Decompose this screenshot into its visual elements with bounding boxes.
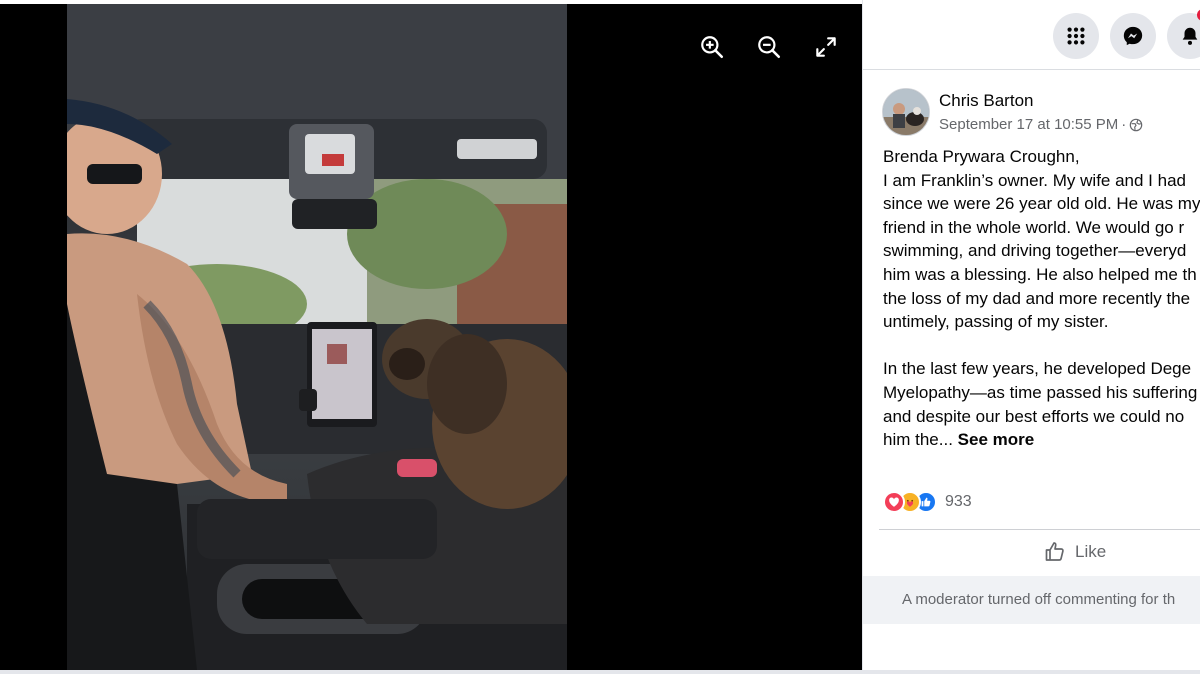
like-label: Like — [1075, 542, 1107, 561]
text-line: the loss of my dad and more recently the — [883, 288, 1191, 308]
last-text-line: him the... See more — [883, 428, 1200, 452]
mention-link[interactable]: Brenda Prywara Croughn — [883, 147, 1075, 166]
text-line: In the last few years, he developed Dege — [883, 359, 1192, 379]
mention-suffix: , — [1074, 147, 1080, 166]
divider — [879, 529, 1200, 530]
thumbs-up-icon — [1045, 542, 1064, 561]
text-line: him was a blessing. He also helped me th — [883, 264, 1197, 284]
zoom-in-icon[interactable] — [697, 32, 727, 62]
post-text: Brenda Prywara Croughn, I am Franklin’s … — [883, 145, 1200, 452]
text-line: and despite our best efforts we could no — [883, 406, 1185, 426]
post-header: Chris Barton September 17 at 10:55 PM · — [882, 88, 1200, 138]
meta-separator: · — [1121, 116, 1127, 133]
post-panel: Chris Barton September 17 at 10:55 PM · … — [862, 0, 1200, 674]
text-line: since we were 26 year old old. He was my — [883, 194, 1200, 214]
reaction-count: 933 — [945, 493, 972, 510]
text-line: Myelopathy—as time passed his suffering — [883, 382, 1198, 402]
text-line: swimming, and driving together—everyd — [883, 241, 1187, 261]
love-reaction-icon — [883, 491, 905, 513]
like-button[interactable]: Like — [1043, 538, 1106, 566]
globe-icon — [1129, 118, 1143, 131]
text-line: friend in the whole world. We would go r — [883, 217, 1185, 237]
post-timestamp[interactable]: September 17 at 10:55 PM — [939, 116, 1118, 133]
post-author[interactable]: Chris Barton — [939, 91, 1033, 111]
photo-viewer — [0, 4, 862, 670]
top-bar — [863, 0, 1200, 70]
bell-icon[interactable] — [1167, 9, 1200, 59]
text-line: I am Franklin’s owner. My wife and I had — [883, 170, 1186, 190]
zoom-out-icon[interactable] — [754, 32, 784, 62]
post-meta: September 17 at 10:55 PM · — [939, 116, 1143, 133]
menu-grid-icon[interactable] — [1053, 13, 1099, 59]
messenger-icon[interactable] — [1110, 13, 1156, 59]
reactions-summary[interactable]: 933 — [883, 489, 972, 515]
see-more-link[interactable]: See more — [958, 430, 1035, 449]
post-photo[interactable] — [67, 4, 567, 670]
avatar[interactable] — [882, 88, 930, 136]
fullscreen-icon[interactable] — [811, 32, 841, 62]
bottom-edge — [0, 670, 1200, 674]
text-truncated: him the... — [883, 430, 953, 450]
mention-line: Brenda Prywara Croughn, — [883, 145, 1200, 169]
photo-illustration — [67, 4, 567, 670]
text-line: untimely, passing of my sister. — [883, 312, 1109, 332]
moderator-notice: A moderator turned off commenting for th — [863, 576, 1200, 624]
